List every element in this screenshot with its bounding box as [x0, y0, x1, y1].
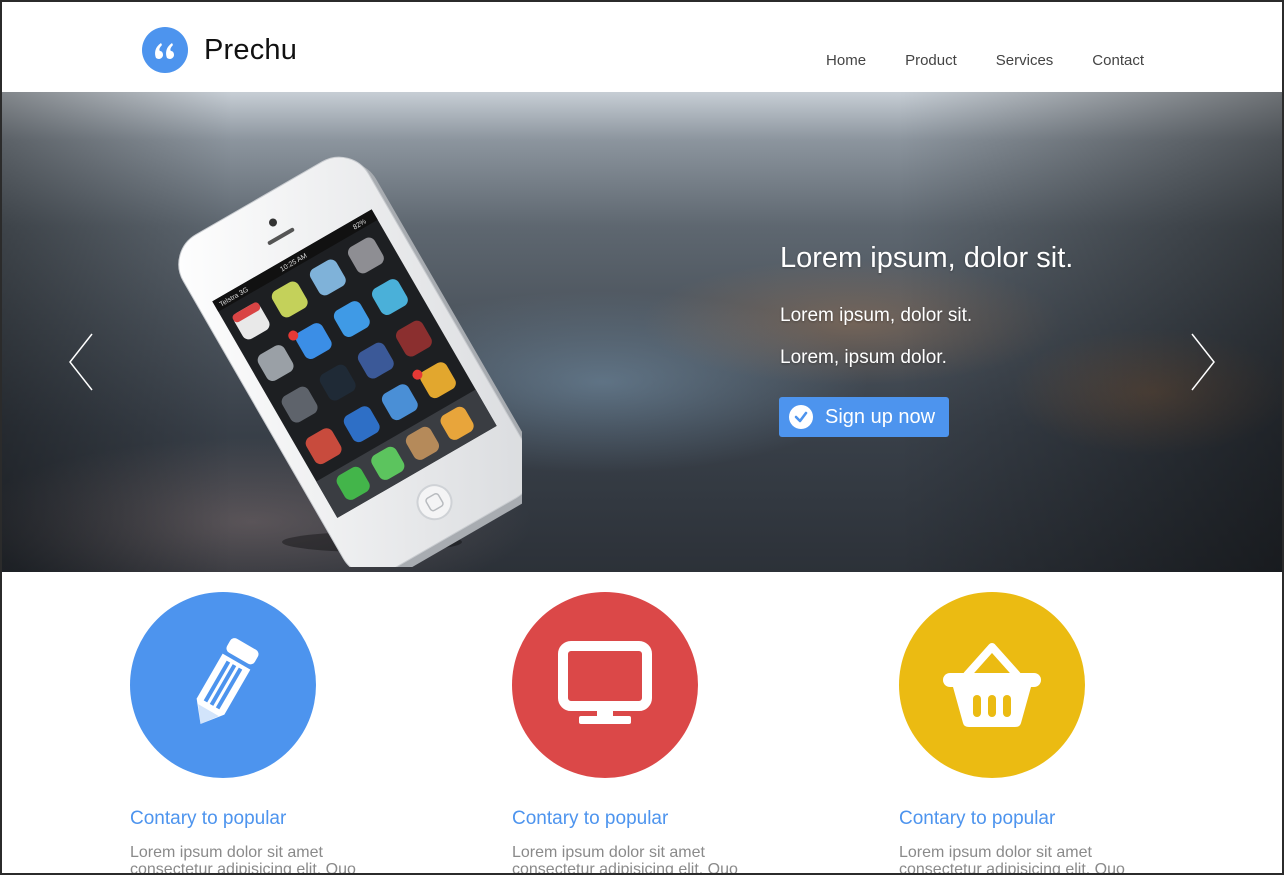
chevron-left-icon — [69, 333, 93, 391]
feature-card-1: Contary to popular Lorem ipsum dolor sit… — [130, 592, 390, 875]
carousel-prev-button[interactable] — [66, 332, 96, 392]
hero-title: Lorem ipsum, dolor sit. — [780, 242, 1074, 274]
pencil-icon — [130, 592, 316, 778]
features-section: Contary to popular Lorem ipsum dolor sit… — [2, 572, 1282, 875]
brand-name: Prechu — [204, 33, 298, 66]
basket-icon — [899, 592, 1085, 778]
feature-title: Contary to popular — [512, 808, 669, 829]
feature-title: Contary to popular — [899, 808, 1056, 829]
nav-contact[interactable]: Contact — [1092, 52, 1144, 69]
check-circle-icon — [789, 405, 813, 429]
brand-logo[interactable]: Prechu — [142, 27, 297, 73]
nav-product[interactable]: Product — [905, 52, 957, 69]
nav-services[interactable]: Services — [996, 52, 1054, 69]
feature-text: Lorem ipsum dolor sit amet consectetur a… — [899, 844, 1125, 875]
feature-text: Lorem ipsum dolor sit amet consectetur a… — [512, 844, 738, 875]
feature-card-2: Contary to popular Lorem ipsum dolor sit… — [512, 592, 772, 875]
chevron-right-icon — [1191, 333, 1215, 391]
hero-subtitle-2: Lorem, ipsum dolor. — [780, 347, 947, 368]
main-nav: Home Product Services Contact — [787, 52, 1144, 69]
hero-text: Lorem ipsum, dolor sit. Lorem ipsum, dol… — [780, 242, 1073, 389]
page-frame: Prechu Home Product Services Contact Tel… — [0, 0, 1284, 875]
feature-card-3: Contary to popular Lorem ipsum dolor sit… — [899, 592, 1159, 875]
carousel-next-button[interactable] — [1188, 332, 1218, 392]
monitor-icon — [512, 592, 698, 778]
feature-text: Lorem ipsum dolor sit amet consectetur a… — [130, 844, 356, 875]
feature-title: Contary to popular — [130, 808, 287, 829]
quote-icon — [142, 27, 188, 73]
nav-home[interactable]: Home — [826, 52, 866, 69]
hero-carousel: Telstra 3G 10:25 AM 82% Lorem ipsum, dol… — [2, 92, 1282, 572]
sign-up-label: Sign up now — [825, 405, 936, 428]
hero-subtitle-1: Lorem ipsum, dolor sit. — [780, 305, 973, 326]
site-header: Prechu Home Product Services Contact — [2, 2, 1282, 92]
sign-up-button[interactable]: Sign up now — [779, 397, 949, 437]
phone-image: Telstra 3G 10:25 AM 82% — [152, 147, 541, 572]
